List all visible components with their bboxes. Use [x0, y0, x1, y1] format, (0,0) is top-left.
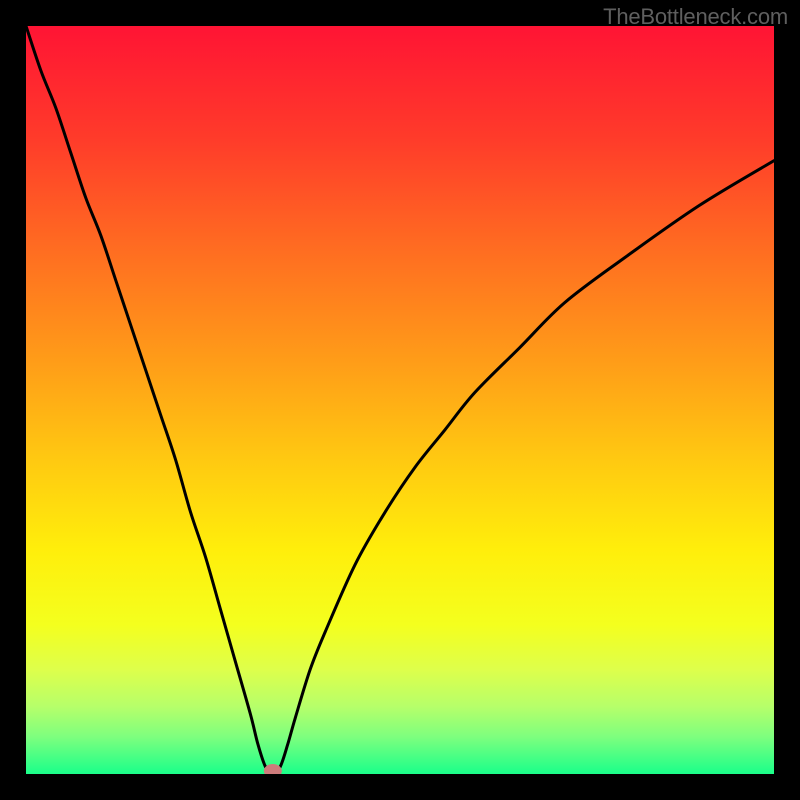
- plot-area: [26, 26, 774, 774]
- plot-svg: [26, 26, 774, 774]
- watermark-text: TheBottleneck.com: [603, 4, 788, 30]
- chart-frame: TheBottleneck.com: [0, 0, 800, 800]
- gradient-background: [26, 26, 774, 774]
